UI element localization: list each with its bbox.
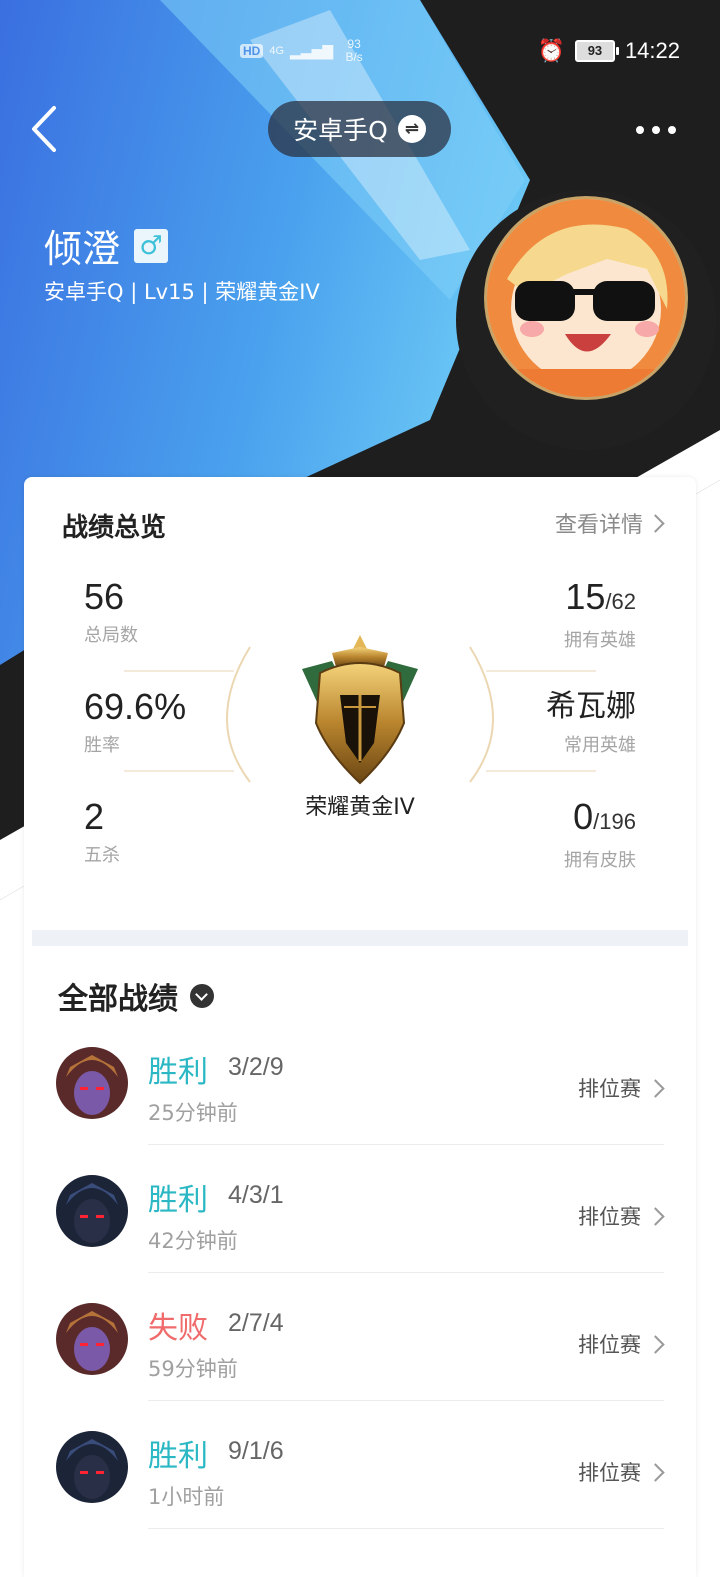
chevron-right-icon (646, 1206, 665, 1226)
more-dot (636, 126, 644, 134)
signal-icon: 4G (269, 45, 285, 57)
row-divider (148, 1528, 664, 1529)
match-row[interactable]: 胜利 9/1/6 1小时前 排位赛 (24, 1401, 696, 1529)
all-matches-dropdown[interactable]: 全部战绩 (58, 974, 214, 1018)
rank-emblem-area: 荣耀黄金IV (224, 627, 496, 827)
alarm-icon: ⏰ (537, 38, 565, 63)
match-mode: 排位赛 (578, 1333, 641, 1357)
match-time: 1小时前 (148, 1485, 225, 1509)
account-name: 安卓手Q (293, 116, 388, 145)
match-kda: 4/3/1 (228, 1181, 284, 1209)
stat-value: 2 (84, 796, 105, 837)
network-speed: 93 B/s (339, 38, 369, 64)
more-options-button[interactable] (626, 110, 686, 150)
swap-icon: ⇌ (397, 115, 426, 143)
status-bar: HD 4G ▂▃▅▇ 93 B/s ⏰ 93 14:22 (0, 28, 720, 78)
more-dot (668, 126, 676, 134)
match-result: 胜利 (148, 1055, 208, 1090)
match-row[interactable]: 失败 2/7/4 59分钟前 排位赛 (24, 1273, 696, 1401)
signal-bars-icon: ▂▃▅▇ (290, 42, 334, 59)
hero-avatar (56, 1431, 128, 1503)
view-details-link[interactable]: 查看详情 (554, 507, 665, 539)
match-mode-link[interactable]: 排位赛 (578, 1457, 665, 1487)
status-right: ⏰ 93 14:22 (538, 38, 680, 64)
stat-value: 15 (565, 576, 606, 617)
match-time: 59分钟前 (148, 1357, 238, 1381)
profile-name-row: 倾澄 ♂ (44, 218, 169, 273)
chevron-right-icon (646, 1462, 665, 1482)
stat-value: 56 (84, 576, 125, 617)
all-matches-title: 全部战绩 (58, 982, 178, 1017)
chevron-right-icon (646, 1334, 665, 1354)
match-time: 25分钟前 (148, 1101, 238, 1125)
hero-avatar (56, 1175, 128, 1247)
hero-avatar (56, 1303, 128, 1375)
clock: 14:22 (624, 38, 680, 63)
match-time: 42分钟前 (148, 1229, 238, 1253)
hero-portrait-image (56, 1175, 128, 1247)
view-details-label: 查看详情 (554, 513, 643, 538)
hero-portrait-image (56, 1431, 128, 1503)
stat-total: /62 (605, 589, 636, 614)
match-mode: 排位赛 (578, 1077, 641, 1101)
gold-rank-emblem-icon (302, 635, 418, 785)
match-result: 胜利 (148, 1183, 208, 1218)
stats-card: 战绩总览 查看详情 56 总局数 69.6% 胜率 2 五杀 15/62 拥有英… (24, 477, 696, 1577)
speed-value: 93 (347, 37, 361, 51)
stat-skins-owned: 0/196 拥有皮肤 (564, 797, 636, 872)
stat-total: /196 (593, 809, 636, 834)
match-kda: 3/2/9 (228, 1053, 284, 1081)
more-dot (652, 126, 660, 134)
profile-meta: 安卓手Q | Lv15 | 荣耀黄金IV (44, 280, 320, 304)
stat-value: 0 (573, 796, 594, 837)
stat-label: 拥有皮肤 (564, 850, 636, 871)
match-kda: 9/1/6 (228, 1437, 284, 1465)
back-arrow-icon (32, 106, 56, 152)
dropdown-chevron-icon (190, 984, 214, 1008)
match-row[interactable]: 胜利 3/2/9 25分钟前 排位赛 (24, 1017, 696, 1145)
status-network: HD 4G ▂▃▅▇ 93 B/s (240, 38, 369, 64)
male-gender-icon: ♂ (134, 228, 169, 263)
account-switch-button[interactable]: 安卓手Q ⇌ (268, 101, 451, 157)
section-divider (32, 930, 688, 946)
overview-title: 战绩总览 (62, 513, 167, 543)
avatar[interactable] (484, 196, 688, 400)
avatar-image (487, 199, 685, 397)
hero-portrait-image (56, 1303, 128, 1375)
rank-label: 荣耀黄金IV (305, 795, 415, 820)
hero-avatar (56, 1047, 128, 1119)
stat-label: 五杀 (84, 845, 120, 866)
match-row[interactable]: 胜利 4/3/1 42分钟前 排位赛 (24, 1145, 696, 1273)
chevron-right-icon (646, 513, 665, 533)
player-name: 倾澄 (44, 227, 121, 271)
match-mode: 排位赛 (578, 1461, 641, 1485)
stat-penta-kills: 2 五杀 (84, 797, 120, 867)
back-button[interactable] (26, 102, 70, 156)
chevron-right-icon (646, 1078, 665, 1098)
match-mode-link[interactable]: 排位赛 (578, 1073, 665, 1103)
hd-badge: HD (240, 44, 264, 58)
match-mode-link[interactable]: 排位赛 (578, 1329, 665, 1359)
match-kda: 2/7/4 (228, 1309, 284, 1337)
match-result: 失败 (148, 1311, 208, 1346)
speed-unit: B/s (345, 50, 363, 64)
match-mode-link[interactable]: 排位赛 (578, 1201, 665, 1231)
hero-portrait-image (56, 1047, 128, 1119)
battery-icon: 93 (574, 40, 619, 62)
match-mode: 排位赛 (578, 1205, 641, 1229)
match-result: 胜利 (148, 1439, 208, 1474)
